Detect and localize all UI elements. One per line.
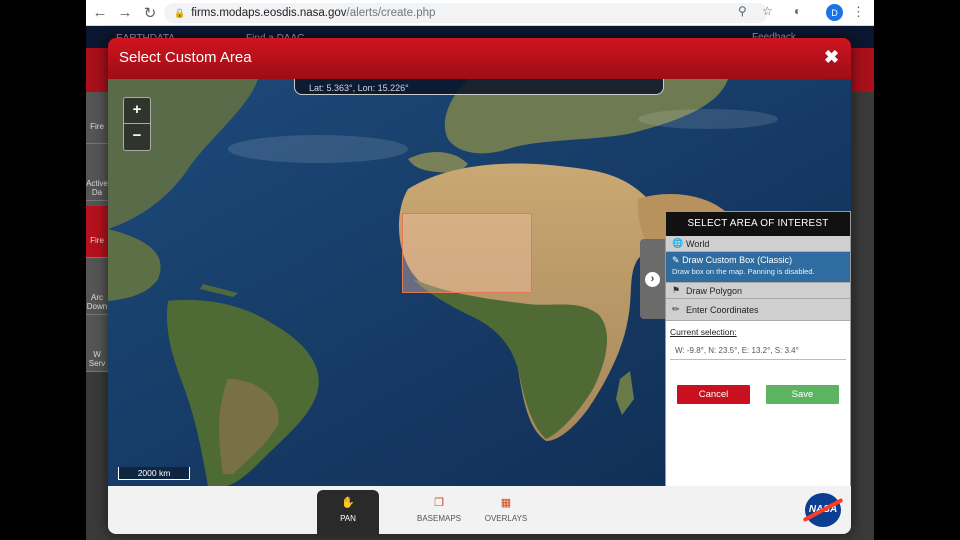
basemaps-tool[interactable]: ❐ BASEMAPS [410,490,468,534]
option-enter-coordinates[interactable]: ✏ Enter Coordinates [666,299,850,321]
avatar[interactable]: D [826,4,843,21]
lock-icon: 🔒 [174,7,186,18]
selection-summary: Current selection: W: -9.8°, N: 23.5°, E… [666,321,850,366]
option-label: World [686,238,710,249]
browser-toolbar: ← → ↻ 🔒 firms.modaps.eosdis.nasa.gov/ale… [86,0,874,26]
more-icon[interactable]: ⋮ [852,4,865,20]
area-of-interest-panel: SELECT AREA OF INTEREST 🌐 World ✎ Draw C… [665,211,851,486]
extension-icon[interactable]: ◐ [794,4,801,18]
back-icon[interactable]: ← [89,2,111,24]
url-host: firms.modaps.eosdis.nasa.gov [191,7,347,19]
option-world[interactable]: 🌐 World [666,236,850,252]
pan-tool[interactable]: ✋ PAN [317,490,379,534]
save-button[interactable]: Save [766,385,839,404]
zoom-in-button[interactable]: + [124,98,150,124]
site-sidebar: Fire Active Da Fire Arc Down W Serv [86,92,108,372]
modal-header: Select Custom Area ✖ [108,38,851,79]
select-area-modal: Select Custom Area ✖ Lat: 5.363°, Lon: 1… [108,38,851,534]
scale-bar: 2000 km [118,467,190,480]
close-icon[interactable]: ✖ [824,47,839,68]
sidebar-item-web-services[interactable]: W Serv [86,320,108,372]
sidebar-item-label: Fire [90,122,104,131]
database-icon: ▦ [500,497,512,509]
browser-window: ← → ↻ 🔒 firms.modaps.eosdis.nasa.gov/ale… [86,0,874,540]
map-view[interactable]: Lat: 5.363°, Lon: 15.226° + − 2000 km › … [108,79,851,486]
chevron-right-icon: › [645,271,660,287]
overlays-tool[interactable]: ▦ OVERLAYS [478,490,534,534]
sidebar-item-label: Fire [90,236,104,245]
search-icon[interactable]: ⚲ [738,4,747,18]
sidebar-item-label: Arc Down [86,293,108,311]
star-icon[interactable]: ☆ [762,4,773,18]
current-selection-value: W: -9.8°, N: 23.5°, E: 13.2°, S: 3.4° [670,346,846,360]
option-label: Draw Polygon [686,285,743,296]
address-bar[interactable]: 🔒 firms.modaps.eosdis.nasa.gov/alerts/cr… [164,3,768,23]
cancel-button[interactable]: Cancel [677,385,750,404]
tool-label: PAN [340,514,356,523]
sidebar-item-active-data[interactable]: Active Da [86,149,108,201]
hand-icon: ✋ [341,497,355,509]
sidebar-item-label: Active Da [86,179,108,197]
modal-title: Select Custom Area [119,49,252,66]
bookmark-icon: ⚑ [672,285,681,295]
edit-icon: ✎ [672,255,680,265]
current-selection-label: Current selection: [670,327,737,337]
option-label: Enter Coordinates [686,304,759,315]
map-toolbar: ✋ PAN ❐ BASEMAPS ▦ OVERLAYS NASA [108,486,851,534]
option-draw-polygon[interactable]: ⚑ Draw Polygon [666,283,850,299]
globe-icon: 🌐 [672,238,684,248]
reload-icon[interactable]: ↻ [139,2,161,24]
url-path: /alerts/create.php [346,7,436,19]
panel-heading: SELECT AREA OF INTEREST [666,212,850,236]
sidebar-item-fire-alerts[interactable]: Fire [86,206,108,258]
sidebar-item-archive[interactable]: Arc Down [86,263,108,315]
option-label: Draw Custom Box (Classic) [682,255,793,265]
layers-icon: ❐ [434,497,444,509]
sidebar-item-label: W Serv [88,350,106,368]
zoom-out-button[interactable]: − [124,124,150,150]
sidebar-item-fire-map[interactable]: Fire [86,92,108,144]
panel-collapse-button[interactable]: › [640,239,665,319]
pencil-icon: ✏ [672,304,680,314]
zoom-control: + − [123,97,151,151]
selection-box[interactable] [402,213,532,293]
option-draw-custom-box[interactable]: ✎ Draw Custom Box (Classic) Draw box on … [666,252,850,283]
tool-label: OVERLAYS [484,514,528,523]
option-hint: Draw box on the map. Panning is disabled… [672,267,815,276]
coordinate-readout: Lat: 5.363°, Lon: 15.226° [294,79,664,95]
tool-label: BASEMAPS [416,514,461,523]
forward-icon[interactable]: → [114,2,136,24]
